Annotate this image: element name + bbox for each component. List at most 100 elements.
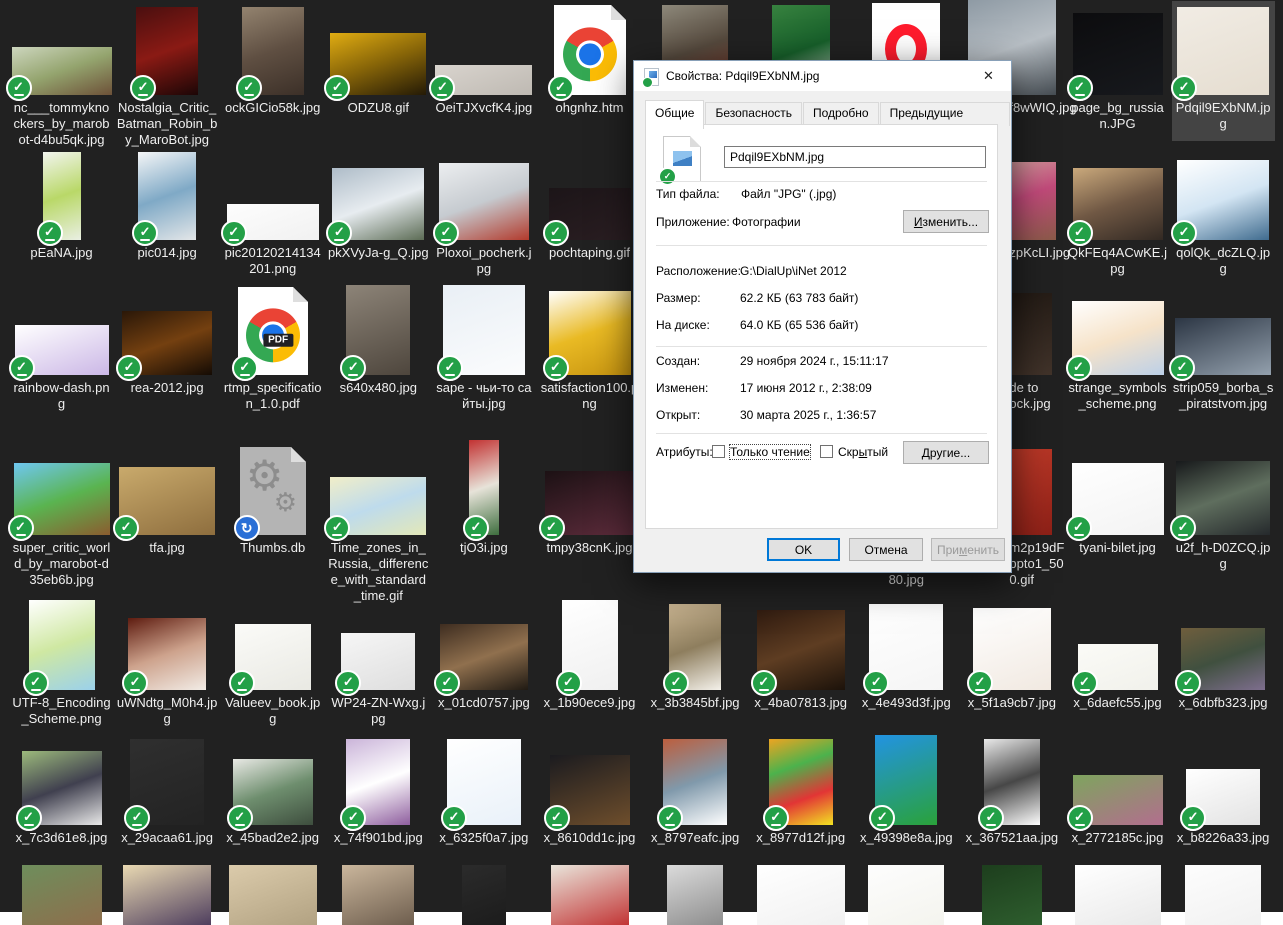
file-thumbnail[interactable]: ✓ bbox=[663, 739, 727, 825]
tab-general[interactable]: Общие bbox=[645, 100, 704, 129]
file-label[interactable]: rea-2012.jpg bbox=[117, 380, 218, 396]
file-thumbnail[interactable] bbox=[1075, 865, 1161, 925]
file-thumbnail[interactable] bbox=[982, 865, 1042, 925]
tab-details[interactable]: Подробно bbox=[803, 102, 879, 126]
hidden-label[interactable]: Скрытый bbox=[838, 445, 888, 459]
file-label[interactable]: ohgnhz.htm bbox=[539, 100, 640, 116]
file-thumbnail[interactable]: ✓ bbox=[562, 600, 618, 690]
database-file-icon[interactable]: ⚙⚙↻ bbox=[240, 447, 306, 535]
file-label[interactable]: x_6daefc55.jpg bbox=[1067, 695, 1168, 711]
change-app-button[interactable]: Изменить... bbox=[903, 210, 989, 233]
file-label[interactable]: x_7c3d61e8.jpg bbox=[11, 830, 112, 846]
file-label[interactable]: x_1b90ece9.jpg bbox=[539, 695, 640, 711]
file-thumbnail[interactable]: ✓ bbox=[1073, 775, 1163, 825]
file-thumbnail[interactable] bbox=[667, 865, 723, 925]
file-thumbnail[interactable]: ✓ bbox=[346, 285, 410, 375]
file-thumbnail[interactable] bbox=[22, 865, 102, 925]
file-thumbnail[interactable]: ✓ bbox=[330, 33, 426, 95]
file-label[interactable]: x_4e493d3f.jpg bbox=[856, 695, 957, 711]
file-thumbnail[interactable]: ✓ bbox=[1181, 628, 1265, 690]
cancel-button[interactable]: Отмена bbox=[849, 538, 923, 561]
file-thumbnail[interactable]: ✓ bbox=[15, 325, 109, 375]
file-label[interactable]: Thumbs.db bbox=[222, 540, 323, 556]
file-thumbnail[interactable]: ✓ bbox=[757, 610, 845, 690]
file-label[interactable]: x_29acaa61.jpg bbox=[117, 830, 218, 846]
file-thumbnail[interactable]: ✓ bbox=[1078, 644, 1158, 690]
file-thumbnail[interactable] bbox=[551, 865, 629, 925]
file-thumbnail[interactable]: ✓ bbox=[29, 600, 95, 690]
file-label[interactable]: pic014.jpg bbox=[117, 245, 218, 261]
file-label[interactable]: u2f_h-D0ZCQ.jpg bbox=[1173, 540, 1274, 572]
file-label[interactable]: UTF-8_Encoding_Scheme.png bbox=[11, 695, 112, 727]
file-thumbnail[interactable]: ✓ bbox=[984, 739, 1040, 825]
file-label[interactable]: QkFEq4ACwKE.jpg bbox=[1067, 245, 1168, 277]
file-thumbnail[interactable]: ✓ bbox=[440, 624, 528, 690]
file-thumbnail[interactable]: ✓ bbox=[14, 463, 110, 535]
file-label[interactable]: x_01cd0757.jpg bbox=[433, 695, 534, 711]
file-thumbnail[interactable]: ✓ bbox=[119, 467, 215, 535]
file-label[interactable]: x_8610dd1c.jpg bbox=[539, 830, 640, 846]
file-label[interactable]: Ploxoi_pocherk.jpg bbox=[433, 245, 534, 277]
file-label[interactable]: pochtaping.gif bbox=[539, 245, 640, 261]
readonly-checkbox[interactable] bbox=[712, 445, 725, 458]
file-thumbnail[interactable]: ✓ bbox=[43, 152, 81, 240]
file-label[interactable]: super_critic_world_by_marobot-d35eb6b.jp… bbox=[11, 540, 112, 588]
file-thumbnail[interactable]: ✓ bbox=[136, 7, 198, 95]
file-label[interactable]: x_45bad2e2.jpg bbox=[222, 830, 323, 846]
file-thumbnail[interactable]: ✓ bbox=[550, 755, 630, 825]
file-thumbnail[interactable]: ✓ bbox=[439, 163, 529, 240]
file-thumbnail[interactable]: ✓ bbox=[1186, 769, 1260, 825]
file-thumbnail[interactable]: ✓ bbox=[12, 47, 112, 95]
file-thumbnail[interactable] bbox=[757, 865, 845, 925]
other-attributes-button[interactable]: Другие... bbox=[903, 441, 989, 464]
file-label[interactable]: x_8977d12f.jpg bbox=[750, 830, 851, 846]
file-thumbnail[interactable]: ✓ bbox=[138, 152, 196, 240]
readonly-label[interactable]: Только чтение bbox=[730, 445, 810, 459]
file-thumbnail[interactable] bbox=[342, 865, 414, 925]
file-label[interactable]: WP24-ZN-Wxg.jpg bbox=[328, 695, 429, 727]
file-thumbnail[interactable]: ✓ bbox=[122, 311, 212, 375]
file-thumbnail[interactable]: ✓ bbox=[242, 7, 304, 95]
tab-security[interactable]: Безопасность bbox=[705, 102, 802, 126]
file-thumbnail[interactable]: ✓ bbox=[227, 204, 319, 240]
file-label[interactable]: pic20120214134201.png bbox=[222, 245, 323, 277]
file-thumbnail[interactable]: ✓ bbox=[973, 608, 1051, 690]
file-thumbnail[interactable]: ✓ bbox=[330, 477, 426, 535]
close-icon[interactable]: ✕ bbox=[966, 61, 1011, 91]
file-label[interactable]: Valueev_book.jpg bbox=[222, 695, 323, 727]
file-thumbnail[interactable]: ✓ bbox=[128, 618, 206, 690]
ok-button[interactable]: OK bbox=[767, 538, 840, 561]
file-label[interactable]: ODZU8.gif bbox=[328, 100, 429, 116]
file-thumbnail[interactable]: ✓ bbox=[1073, 168, 1163, 240]
file-label[interactable]: strip059_borba_s_piratstvom.jpg bbox=[1173, 380, 1274, 412]
file-thumbnail[interactable]: ✓ bbox=[235, 624, 311, 690]
file-label[interactable]: qolQk_dcZLQ.jpg bbox=[1173, 245, 1274, 277]
file-thumbnail[interactable] bbox=[868, 865, 944, 925]
hidden-checkbox[interactable] bbox=[820, 445, 833, 458]
file-label[interactable]: Pdqil9EXbNM.jpg bbox=[1173, 100, 1274, 132]
file-thumbnail[interactable]: ✓ bbox=[869, 604, 943, 690]
file-thumbnail[interactable]: ✓ bbox=[669, 604, 721, 690]
file-thumbnail[interactable]: ✓ bbox=[332, 168, 424, 240]
file-thumbnail[interactable]: ✓ bbox=[769, 739, 833, 825]
filename-input[interactable] bbox=[724, 146, 986, 168]
file-label[interactable]: ockGICio58k.jpg bbox=[222, 100, 323, 116]
file-thumbnail[interactable] bbox=[229, 865, 317, 925]
file-label[interactable]: x_74f901bd.jpg bbox=[328, 830, 429, 846]
file-thumbnail[interactable]: ✓ bbox=[1175, 318, 1271, 375]
file-thumbnail[interactable] bbox=[1185, 865, 1261, 925]
file-label[interactable]: x_6dbfb323.jpg bbox=[1173, 695, 1274, 711]
file-thumbnail[interactable]: ✓ bbox=[545, 471, 635, 535]
file-thumbnail[interactable]: ✓ bbox=[875, 735, 937, 825]
file-label[interactable]: rainbow-dash.png bbox=[11, 380, 112, 412]
file-label[interactable]: tyani-bilet.jpg bbox=[1067, 540, 1168, 556]
file-thumbnail[interactable]: ✓ bbox=[1177, 160, 1269, 240]
file-thumbnail[interactable]: ✓ bbox=[22, 751, 102, 825]
file-label[interactable]: s640x480.jpg bbox=[328, 380, 429, 396]
file-thumbnail[interactable]: ✓ bbox=[435, 65, 532, 95]
file-thumbnail[interactable]: ✓ bbox=[469, 440, 499, 535]
file-label[interactable]: pkXVyJa-g_Q.jpg bbox=[328, 245, 429, 261]
file-thumbnail[interactable]: ✓ bbox=[1072, 301, 1164, 375]
pdf-file-icon[interactable]: PDF✓ bbox=[238, 287, 308, 375]
file-label[interactable]: x_49398e8a.jpg bbox=[856, 830, 957, 846]
